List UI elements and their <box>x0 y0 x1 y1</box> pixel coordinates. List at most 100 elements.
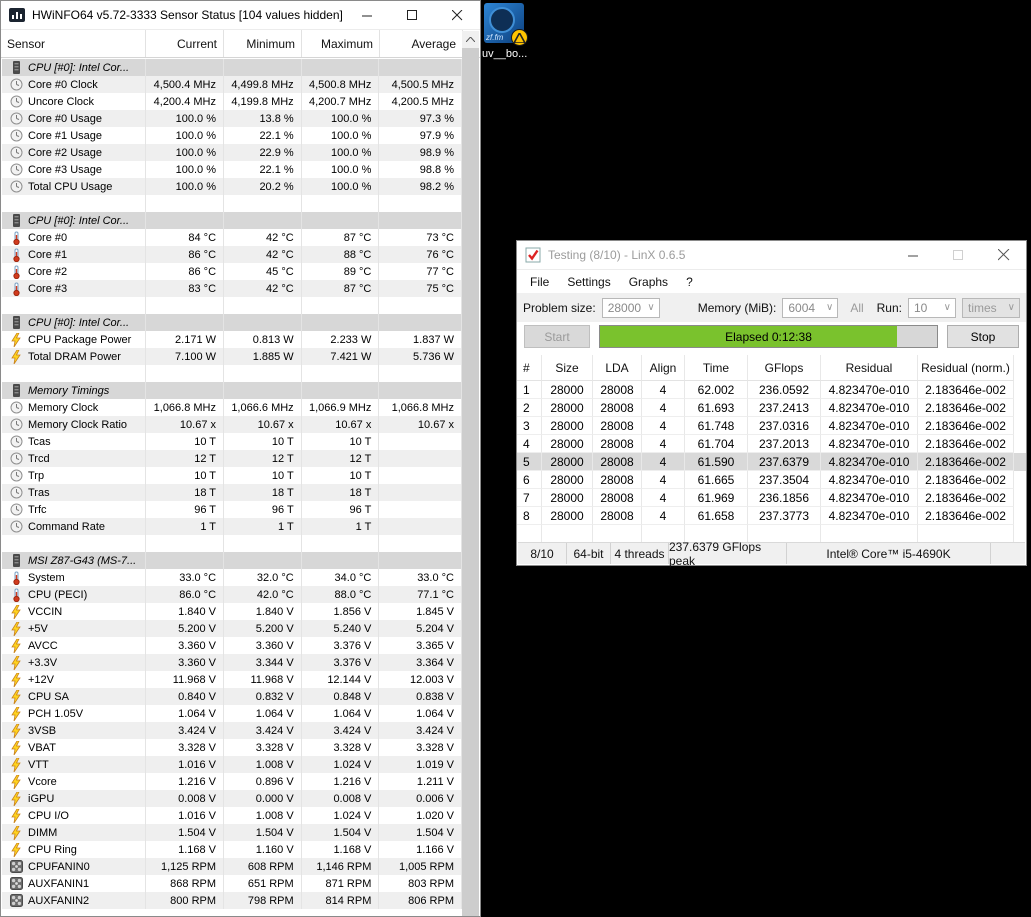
linx-column-header[interactable]: Residual (norm.) <box>918 355 1014 381</box>
linx-column-header[interactable]: LDA <box>593 355 642 381</box>
run-select[interactable]: 10 ∨ <box>908 297 956 318</box>
linx-result-row[interactable]: 1 28000 28008 4 62.002 236.0592 4.823470e-010 2… <box>517 381 1026 399</box>
scrollbar-thumb[interactable] <box>462 48 479 916</box>
linx-column-header[interactable]: Time <box>685 355 748 381</box>
sensor-name: Vcore <box>28 775 57 788</box>
sensor-name: AUXFANIN1 <box>28 877 90 890</box>
sensor-row[interactable]: AUXFANIN1 868 RPM 651 RPM 871 RPM 803 RPM <box>2 875 462 892</box>
average-value: 1.166 V <box>379 841 462 858</box>
linx-column-header[interactable]: # <box>517 355 542 381</box>
column-header-current[interactable]: Current <box>146 30 224 57</box>
sensor-row[interactable]: 3VSB 3.424 V 3.424 V 3.424 V 3.424 V <box>2 722 462 739</box>
sensor-row[interactable] <box>2 195 462 212</box>
hwinfo-scrollbar[interactable] <box>462 31 479 916</box>
sensor-row[interactable]: AUXFANIN2 800 RPM 798 RPM 814 RPM 806 RPM <box>2 892 462 909</box>
maximize-icon[interactable] <box>936 241 981 269</box>
sensor-row[interactable]: DIMM 1.504 V 1.504 V 1.504 V 1.504 V <box>2 824 462 841</box>
sensor-row[interactable]: Uncore Clock 4,200.4 MHz 4,199.8 MHz 4,200.… <box>2 93 462 110</box>
column-header-maximum[interactable]: Maximum <box>302 30 380 57</box>
sensor-row[interactable] <box>2 535 462 552</box>
start-button[interactable]: Start <box>524 325 590 348</box>
sensor-row[interactable]: Vcore 1.216 V 0.896 V 1.216 V 1.211 V <box>2 773 462 790</box>
stop-button[interactable]: Stop <box>947 325 1019 348</box>
sensor-row[interactable]: CPUFANIN0 1,125 RPM 608 RPM 1,146 RPM 1,005 … <box>2 858 462 875</box>
linx-column-header[interactable]: Residual <box>821 355 918 381</box>
sensor-group-row[interactable]: CPU [#0]: Intel Cor... <box>2 59 462 76</box>
linx-result-row[interactable]: 2 28000 28008 4 61.693 237.2413 4.823470e-010 2… <box>517 399 1026 417</box>
sensor-group-row[interactable]: CPU [#0]: Intel Cor... <box>2 314 462 331</box>
sensor-row[interactable]: Core #1 86 °C 42 °C 88 °C 76 °C <box>2 246 462 263</box>
linx-result-row[interactable]: 6 28000 28008 4 61.665 237.3504 4.823470e-010 2… <box>517 471 1026 489</box>
sensor-row[interactable]: Trp 10 T 10 T 10 T <box>2 467 462 484</box>
sensor-row[interactable]: +12V 11.968 V 11.968 V 12.144 V 12.003 V <box>2 671 462 688</box>
column-header-sensor[interactable]: Sensor <box>1 30 146 57</box>
sensor-row[interactable]: Core #0 Clock 4,500.4 MHz 4,499.8 MHz 4,500… <box>2 76 462 93</box>
sensor-row[interactable]: CPU Ring 1.168 V 1.160 V 1.168 V 1.166 V <box>2 841 462 858</box>
sensor-row[interactable]: VTT 1.016 V 1.008 V 1.024 V 1.019 V <box>2 756 462 773</box>
sensor-row[interactable]: System 33.0 °C 32.0 °C 34.0 °C 33.0 °C <box>2 569 462 586</box>
menu-file[interactable]: File <box>521 275 558 289</box>
minimum-value: 651 RPM <box>224 875 302 892</box>
scroll-up-icon[interactable] <box>462 31 479 48</box>
sensor-row[interactable]: Total CPU Usage 100.0 % 20.2 % 100.0 % 98.2 … <box>2 178 462 195</box>
sensor-row[interactable]: Core #3 Usage 100.0 % 22.1 % 100.0 % 98.8 % <box>2 161 462 178</box>
sensor-row[interactable] <box>2 297 462 314</box>
sensor-row[interactable]: Core #1 Usage 100.0 % 22.1 % 100.0 % 97.9 % <box>2 127 462 144</box>
linx-column-header[interactable]: GFlops <box>748 355 821 381</box>
sensor-group-row[interactable]: MSI Z87-G43 (MS-7... <box>2 552 462 569</box>
menu-help[interactable]: ? <box>677 275 702 289</box>
linx-column-header[interactable]: Size <box>542 355 593 381</box>
minimize-icon[interactable] <box>345 1 390 29</box>
hwinfo-titlebar[interactable]: HWiNFO64 v5.72-3333 Sensor Status [104 v… <box>1 1 480 30</box>
close-icon[interactable] <box>435 1 480 29</box>
sensor-row[interactable]: Core #3 83 °C 42 °C 87 °C 75 °C <box>2 280 462 297</box>
cell: 61.665 <box>685 471 748 489</box>
sensor-row[interactable]: Memory Clock Ratio 10.67 x 10.67 x 10.67 x1… <box>2 416 462 433</box>
linx-result-row[interactable]: 4 28000 28008 4 61.704 237.2013 4.823470e-010 2… <box>517 435 1026 453</box>
sensor-row[interactable]: Total DRAM Power 7.100 W 1.885 W 7.421 W 5.7… <box>2 348 462 365</box>
sensor-row[interactable]: CPU I/O 1.016 V 1.008 V 1.024 V 1.020 V <box>2 807 462 824</box>
sensor-row[interactable]: iGPU 0.008 V 0.000 V 0.008 V 0.006 V <box>2 790 462 807</box>
sensor-row[interactable]: Core #0 Usage 100.0 % 13.8 % 100.0 % 97.3 % <box>2 110 462 127</box>
sensor-row[interactable]: Tcas 10 T 10 T 10 T <box>2 433 462 450</box>
problem-size-select[interactable]: 28000 ∨ <box>601 297 660 318</box>
sensor-row[interactable]: Core #2 86 °C 45 °C 89 °C 77 °C <box>2 263 462 280</box>
close-icon[interactable] <box>981 241 1026 269</box>
sensor-row[interactable]: +5V 5.200 V 5.200 V 5.240 V 5.204 V <box>2 620 462 637</box>
linx-result-row[interactable]: 7 28000 28008 4 61.969 236.1856 4.823470e-010 2… <box>517 489 1026 507</box>
sensor-row[interactable]: Tras 18 T 18 T 18 T <box>2 484 462 501</box>
minimize-icon[interactable] <box>891 241 936 269</box>
memory-select[interactable]: 6004 ∨ <box>782 297 839 318</box>
column-header-minimum[interactable]: Minimum <box>224 30 302 57</box>
linx-column-header[interactable]: Align <box>642 355 685 381</box>
times-select[interactable]: times ∨ <box>962 297 1020 318</box>
linx-result-row[interactable]: 5 28000 28008 4 61.590 237.6379 4.823470e-010 2… <box>517 453 1026 471</box>
sensor-row[interactable]: CPU (PECI) 86.0 °C 42.0 °C 88.0 °C 77.1 °C <box>2 586 462 603</box>
desktop-shortcut[interactable]: zf.fm uv__bo... <box>482 3 538 60</box>
cell: 2.183646e-002 <box>918 507 1014 525</box>
linx-titlebar[interactable]: Testing (8/10) - LinX 0.6.5 <box>517 241 1026 270</box>
maximize-icon[interactable] <box>390 1 435 29</box>
sensor-row[interactable]: CPU SA 0.840 V 0.832 V 0.848 V 0.838 V <box>2 688 462 705</box>
sensor-row[interactable]: VCCIN 1.840 V 1.840 V 1.856 V 1.845 V <box>2 603 462 620</box>
menu-settings[interactable]: Settings <box>558 275 619 289</box>
menu-graphs[interactable]: Graphs <box>620 275 677 289</box>
sensor-row[interactable]: Core #0 84 °C 42 °C 87 °C 73 °C <box>2 229 462 246</box>
sensor-row[interactable]: CPU Package Power 2.171 W 0.813 W 2.233 W 1.… <box>2 331 462 348</box>
linx-result-row[interactable]: 8 28000 28008 4 61.658 237.3773 4.823470e-010 2… <box>517 507 1026 525</box>
sensor-row[interactable]: Command Rate 1 T1 T1 T <box>2 518 462 535</box>
column-header-average[interactable]: Average <box>380 30 463 57</box>
maximum-value: 87 °C <box>302 229 380 246</box>
sensor-row[interactable]: AVCC 3.360 V 3.360 V 3.376 V 3.365 V <box>2 637 462 654</box>
sensor-row[interactable]: Trcd 12 T 12 T 12 T <box>2 450 462 467</box>
sensor-group-row[interactable]: Memory Timings <box>2 382 462 399</box>
sensor-group-row[interactable]: CPU [#0]: Intel Cor... <box>2 212 462 229</box>
sensor-row[interactable] <box>2 365 462 382</box>
sensor-row[interactable]: VBAT 3.328 V 3.328 V 3.328 V 3.328 V <box>2 739 462 756</box>
sensor-row[interactable]: PCH 1.05V 1.064 V 1.064 V 1.064 V 1.064 V <box>2 705 462 722</box>
sensor-row[interactable]: Core #2 Usage 100.0 % 22.9 % 100.0 % 98.9 % <box>2 144 462 161</box>
sensor-row[interactable]: +3.3V 3.360 V 3.344 V 3.376 V 3.364 V <box>2 654 462 671</box>
sensor-row[interactable]: Memory Clock 1,066.8 MHz 1,066.6 MHz 1,066.… <box>2 399 462 416</box>
sensor-row[interactable]: Trfc 96 T 96 T 96 T <box>2 501 462 518</box>
linx-result-row[interactable]: 3 28000 28008 4 61.748 237.0316 4.823470e-010 2… <box>517 417 1026 435</box>
